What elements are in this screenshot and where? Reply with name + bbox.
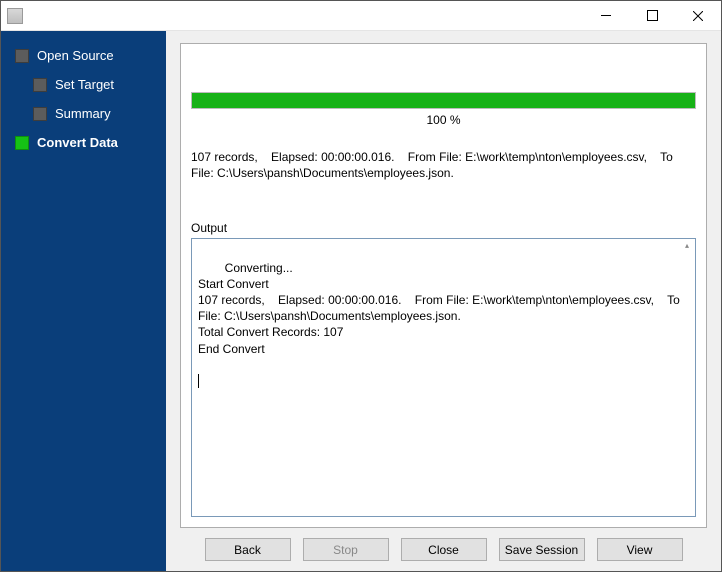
progress-fill bbox=[192, 93, 695, 108]
output-textarea[interactable]: Converting... Start Convert 107 records,… bbox=[191, 238, 696, 517]
step-box-icon bbox=[15, 136, 29, 150]
sidebar-item-open-source[interactable]: Open Source bbox=[1, 41, 166, 70]
minimize-button[interactable] bbox=[583, 1, 629, 30]
summary-text: 107 records, Elapsed: 00:00:00.016. From… bbox=[191, 149, 696, 181]
wizard-sidebar: Open Source Set Target Summary Convert D… bbox=[1, 31, 166, 571]
app-icon bbox=[7, 8, 23, 24]
stop-button[interactable]: Stop bbox=[303, 538, 389, 561]
main-panel: 100 % 107 records, Elapsed: 00:00:00.016… bbox=[166, 31, 721, 571]
sidebar-item-label: Open Source bbox=[37, 48, 114, 63]
close-window-button[interactable] bbox=[675, 1, 721, 30]
text-cursor bbox=[198, 374, 199, 388]
sidebar-item-label: Summary bbox=[55, 106, 111, 121]
sidebar-item-label: Set Target bbox=[55, 77, 114, 92]
output-content: Converting... Start Convert 107 records,… bbox=[198, 261, 683, 356]
step-box-icon bbox=[33, 107, 47, 121]
close-button[interactable]: Close bbox=[401, 538, 487, 561]
sidebar-item-set-target[interactable]: Set Target bbox=[1, 70, 166, 99]
button-row: Back Stop Close Save Session View bbox=[180, 528, 707, 561]
progress-bar bbox=[191, 92, 696, 109]
step-box-icon bbox=[33, 78, 47, 92]
titlebar bbox=[1, 1, 721, 31]
view-button[interactable]: View bbox=[597, 538, 683, 561]
output-label: Output bbox=[191, 221, 696, 235]
window-controls bbox=[583, 1, 721, 30]
sidebar-item-summary[interactable]: Summary bbox=[1, 99, 166, 128]
progress-label: 100 % bbox=[191, 113, 696, 127]
scroll-up-icon[interactable]: ▴ bbox=[681, 241, 693, 251]
step-box-icon bbox=[15, 49, 29, 63]
maximize-button[interactable] bbox=[629, 1, 675, 30]
titlebar-left bbox=[1, 8, 29, 24]
save-session-button[interactable]: Save Session bbox=[499, 538, 585, 561]
sidebar-item-convert-data[interactable]: Convert Data bbox=[1, 128, 166, 157]
progress-section: 100 % bbox=[191, 92, 696, 127]
content-panel: 100 % 107 records, Elapsed: 00:00:00.016… bbox=[180, 43, 707, 528]
close-icon bbox=[693, 11, 703, 21]
sidebar-item-label: Convert Data bbox=[37, 135, 118, 150]
client-area: Open Source Set Target Summary Convert D… bbox=[1, 31, 721, 571]
back-button[interactable]: Back bbox=[205, 538, 291, 561]
